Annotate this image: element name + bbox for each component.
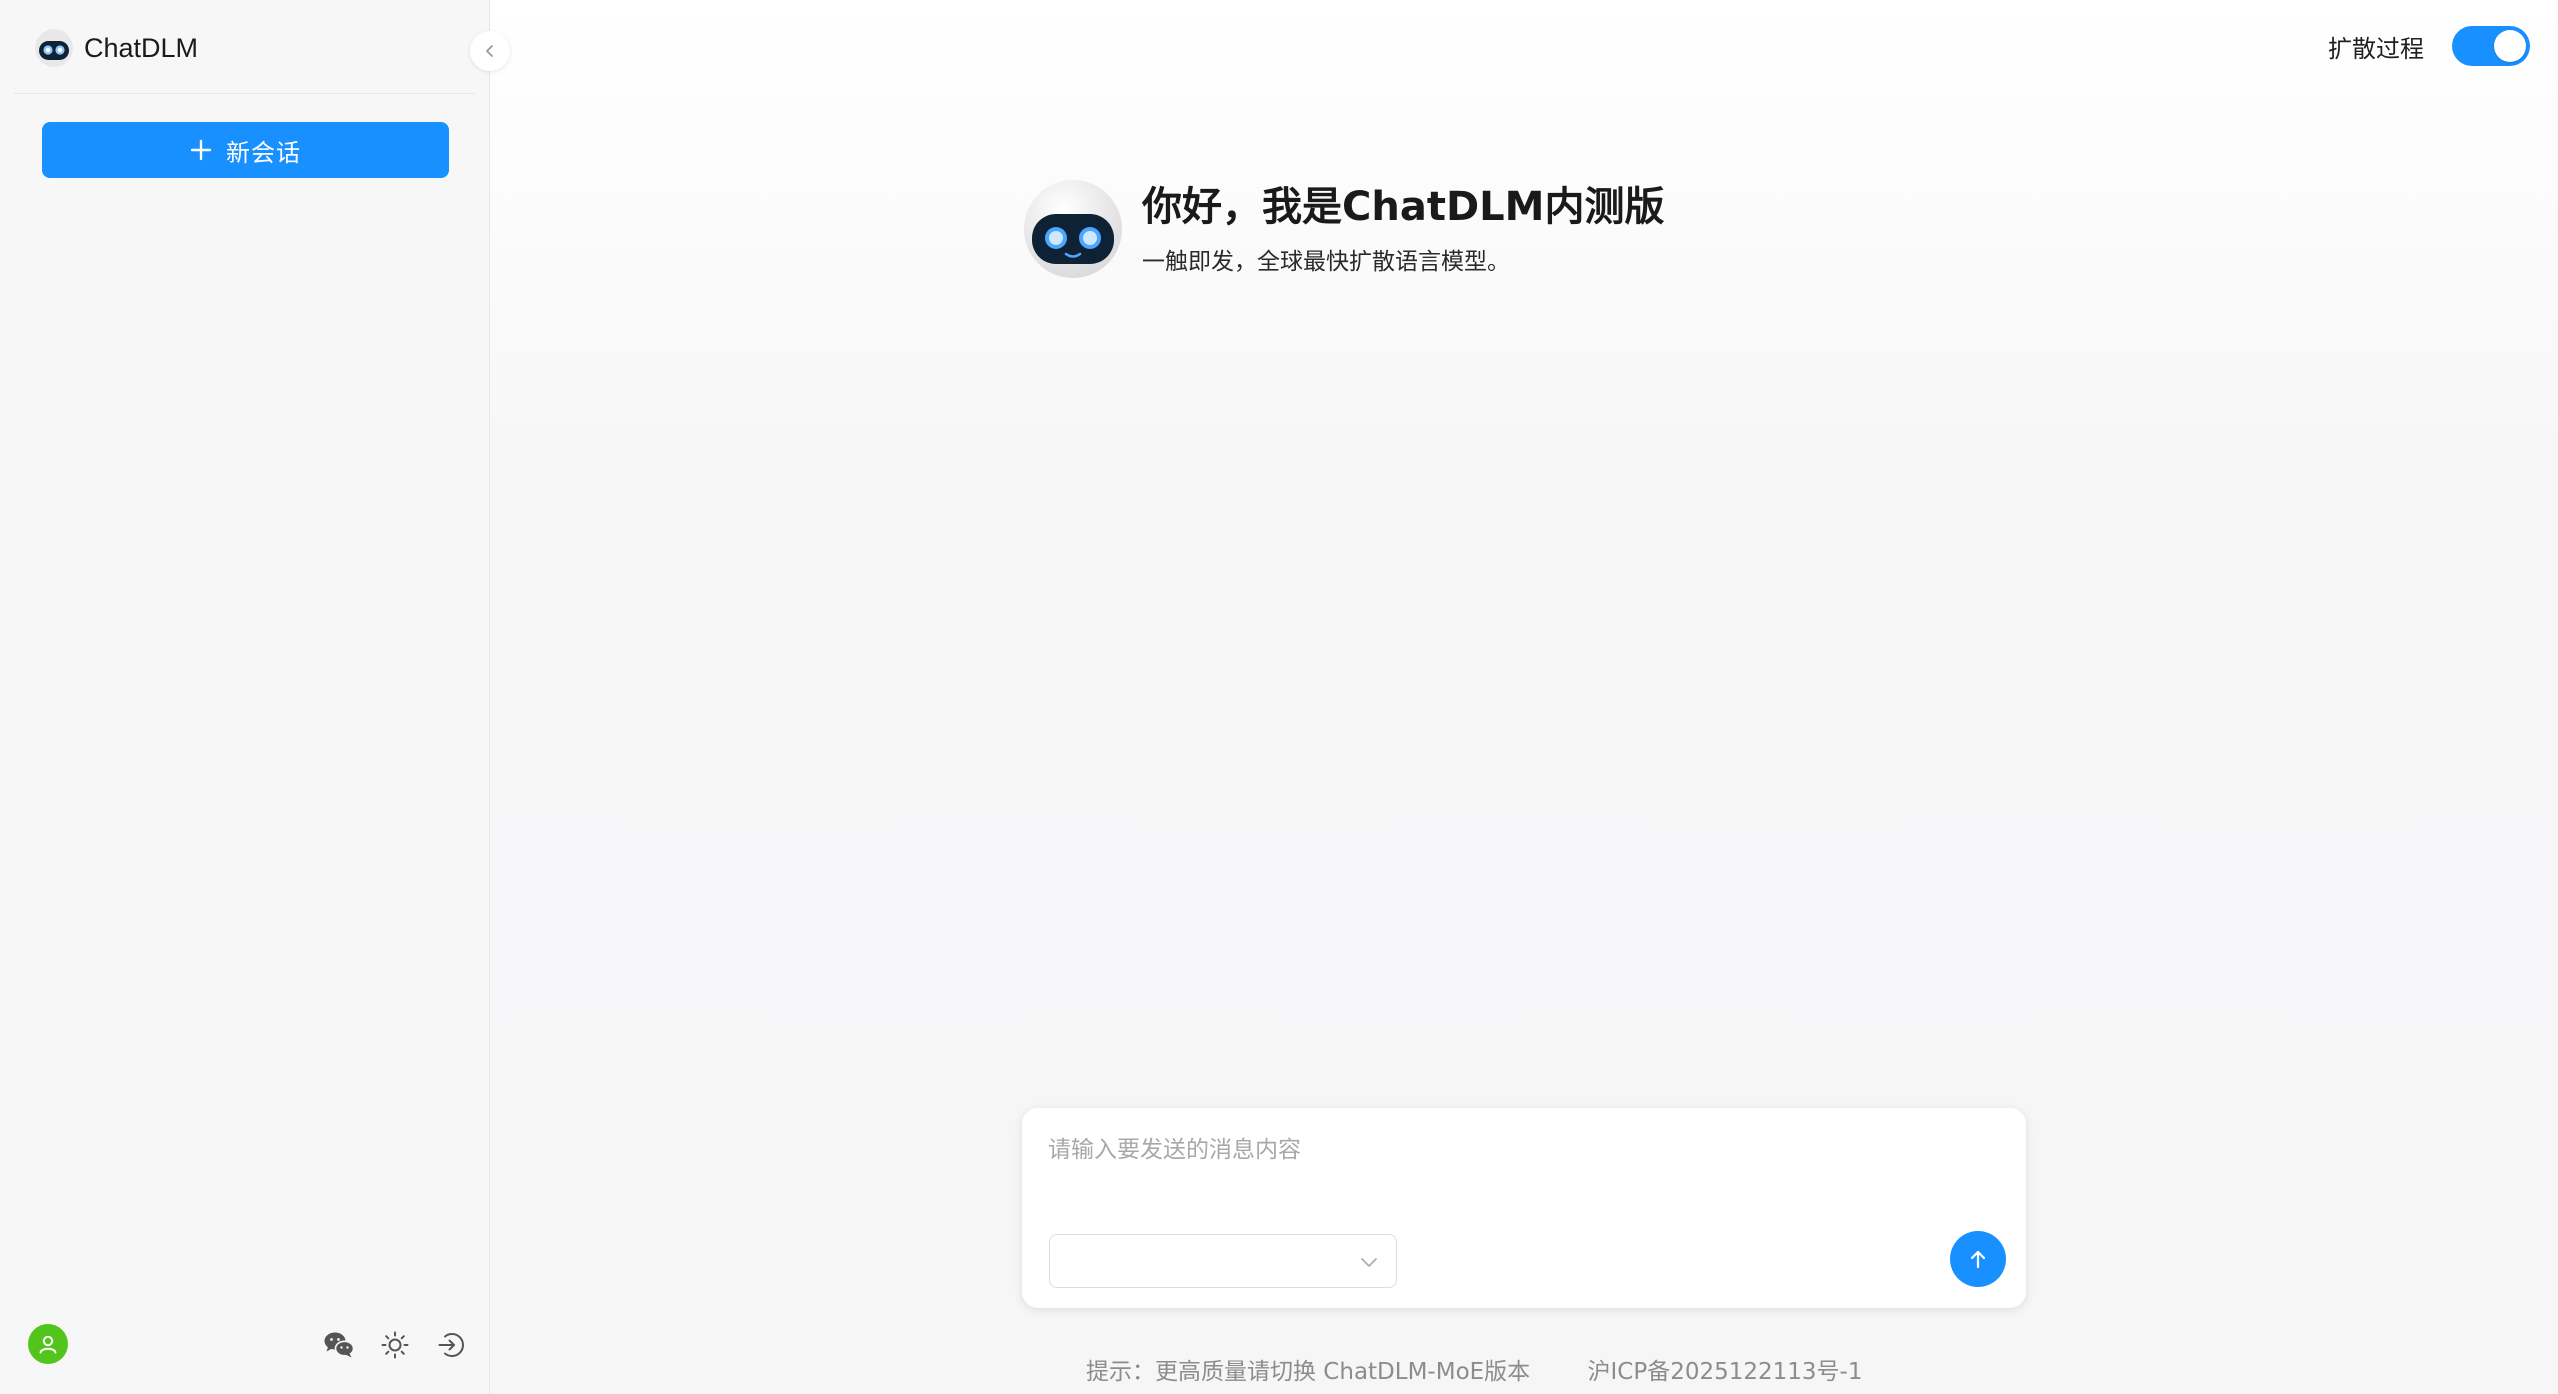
message-input[interactable] — [1048, 1130, 1998, 1210]
user-avatar[interactable] — [28, 1324, 68, 1364]
model-tip: 提示：更高质量请切换 ChatDLM-MoE版本 — [1086, 1359, 1531, 1385]
model-select[interactable] — [1049, 1234, 1397, 1288]
arrow-up-icon — [1970, 1250, 1986, 1269]
icp-link[interactable]: 沪ICP备2025122113号-1 — [1588, 1359, 1863, 1385]
theme-toggle-button[interactable] — [378, 1328, 412, 1362]
plus-icon — [190, 139, 212, 161]
welcome-title: 你好，我是ChatDLM内测版 — [1142, 184, 1665, 230]
sidebar-divider — [14, 93, 475, 94]
diffusion-toggle[interactable] — [2452, 26, 2530, 66]
logout-icon — [438, 1333, 464, 1357]
new-chat-button[interactable]: 新会话 — [42, 122, 449, 178]
wechat-icon — [324, 1332, 355, 1358]
main-panel: 扩散过程 你好，我是ChatDLM内测版 一触即发，全球最快扩散语言模型。 请输… — [490, 0, 2558, 1394]
welcome-section: 你好，我是ChatDLM内测版 一触即发，全球最快扩散语言模型。 — [1022, 178, 1664, 280]
robot-logo-icon — [1024, 180, 1122, 278]
logout-button[interactable] — [434, 1328, 468, 1362]
brand-name: ChatDLM — [84, 32, 199, 63]
diffusion-toggle-group: 扩散过程 — [2328, 26, 2530, 66]
brand[interactable]: ChatDLM — [34, 26, 198, 70]
new-chat-label: 新会话 — [226, 138, 301, 167]
welcome-subtitle: 一触即发，全球最快扩散语言模型。 — [1142, 249, 1510, 275]
sun-icon — [381, 1331, 409, 1359]
wechat-button[interactable] — [322, 1328, 356, 1362]
user-icon — [39, 1335, 57, 1354]
toggle-knob — [2494, 30, 2526, 62]
footer-notes: 提示：更高质量请切换 ChatDLM-MoE版本 沪ICP备2025122113… — [1086, 1352, 1862, 1386]
chevron-down-icon — [1361, 1258, 1377, 1267]
chevron-left-icon — [486, 45, 493, 57]
message-composer — [1022, 1108, 2026, 1308]
sidebar-footer — [0, 1304, 489, 1394]
sidebar: ChatDLM 新会话 — [0, 0, 490, 1394]
welcome-text: 你好，我是ChatDLM内测版 一触即发，全球最快扩散语言模型。 — [1142, 180, 1664, 276]
send-button[interactable] — [1950, 1231, 2006, 1287]
collapse-sidebar-button[interactable] — [470, 31, 510, 71]
diffusion-toggle-label: 扩散过程 — [2328, 34, 2424, 63]
chatdlm-logo-icon — [35, 29, 73, 67]
